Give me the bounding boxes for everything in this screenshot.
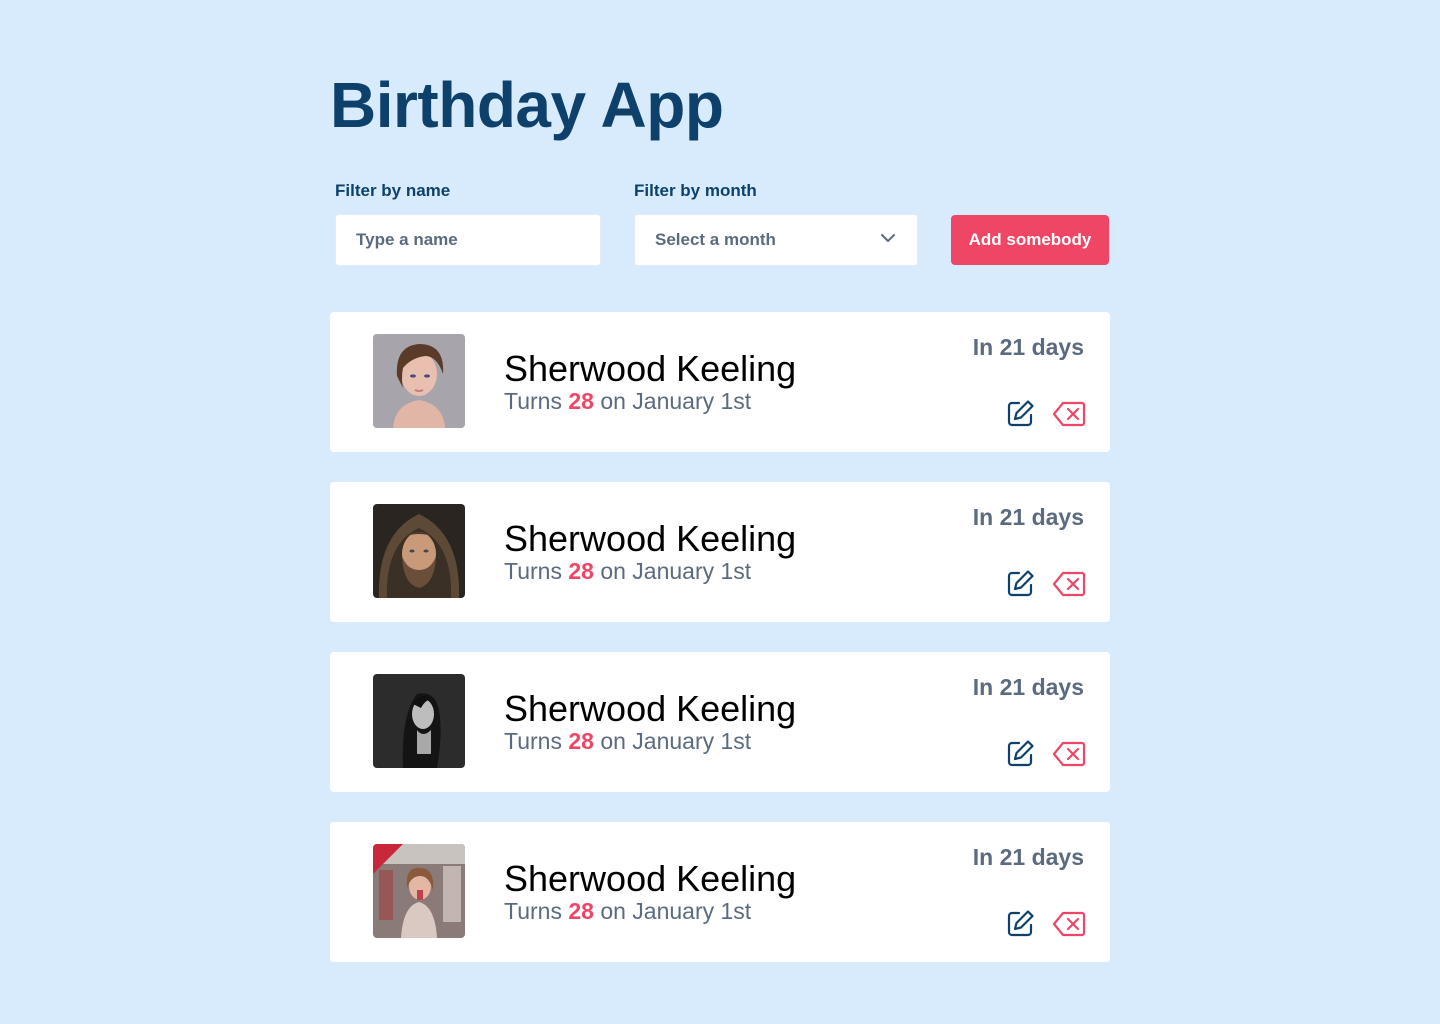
edit-icon (1007, 570, 1034, 597)
edit-button[interactable] (1004, 738, 1036, 770)
delete-icon (1052, 401, 1086, 427)
delete-icon (1052, 571, 1086, 597)
birthday-date: on January 1st (600, 558, 752, 584)
birthday-card: Sherwood Keeling Turns 28 on January 1st… (330, 312, 1110, 452)
age-value: 28 (568, 388, 594, 414)
avatar (373, 504, 465, 598)
birthday-date: on January 1st (600, 728, 752, 754)
delete-icon (1052, 741, 1086, 767)
person-name: Sherwood Keeling (504, 348, 797, 389)
delete-icon (1052, 911, 1086, 937)
age-value: 28 (568, 558, 594, 584)
delete-button[interactable] (1052, 570, 1086, 598)
birthday-info: Turns 28 on January 1st (504, 558, 751, 585)
age-value: 28 (568, 898, 594, 924)
edit-button[interactable] (1004, 568, 1036, 600)
person-name: Sherwood Keeling (504, 688, 797, 729)
month-select-value: Select a month (655, 230, 776, 249)
countdown-text: In 21 days (972, 504, 1084, 530)
filter-bar: Filter by name Filter by month Select a … (330, 181, 1110, 267)
birthday-card: Sherwood Keeling Turns 28 on January 1st… (330, 652, 1110, 792)
birthday-info: Turns 28 on January 1st (504, 728, 751, 755)
filter-by-month-label: Filter by month (634, 181, 757, 200)
delete-button[interactable] (1052, 740, 1086, 768)
person-name: Sherwood Keeling (504, 858, 797, 899)
add-somebody-button[interactable]: Add somebody (951, 215, 1109, 265)
countdown-text: In 21 days (972, 844, 1084, 870)
avatar (373, 674, 465, 768)
birthday-info: Turns 28 on January 1st (504, 388, 751, 415)
person-name: Sherwood Keeling (504, 518, 797, 559)
birthday-info: Turns 28 on January 1st (504, 898, 751, 925)
turns-prefix: Turns (504, 558, 562, 584)
birthday-list: Sherwood Keeling Turns 28 on January 1st… (330, 312, 1110, 992)
edit-button[interactable] (1004, 398, 1036, 430)
avatar (373, 334, 465, 428)
age-value: 28 (568, 728, 594, 754)
turns-prefix: Turns (504, 388, 562, 414)
month-filter-select[interactable]: Select a month (634, 214, 918, 266)
delete-button[interactable] (1052, 910, 1086, 938)
countdown-text: In 21 days (972, 334, 1084, 360)
name-filter-input[interactable] (335, 214, 601, 266)
filter-by-name-label: Filter by name (335, 181, 451, 200)
birthday-date: on January 1st (600, 388, 752, 414)
countdown-text: In 21 days (972, 674, 1084, 700)
edit-icon (1007, 400, 1034, 427)
turns-prefix: Turns (504, 898, 562, 924)
avatar (373, 844, 465, 938)
edit-icon (1007, 910, 1034, 937)
birthday-date: on January 1st (600, 898, 752, 924)
edit-icon (1007, 740, 1034, 767)
birthday-card: Sherwood Keeling Turns 28 on January 1st… (330, 822, 1110, 962)
turns-prefix: Turns (504, 728, 562, 754)
chevron-down-icon (879, 229, 897, 252)
edit-button[interactable] (1004, 908, 1036, 940)
page-title: Birthday App (330, 69, 724, 141)
birthday-card: Sherwood Keeling Turns 28 on January 1st… (330, 482, 1110, 622)
delete-button[interactable] (1052, 400, 1086, 428)
